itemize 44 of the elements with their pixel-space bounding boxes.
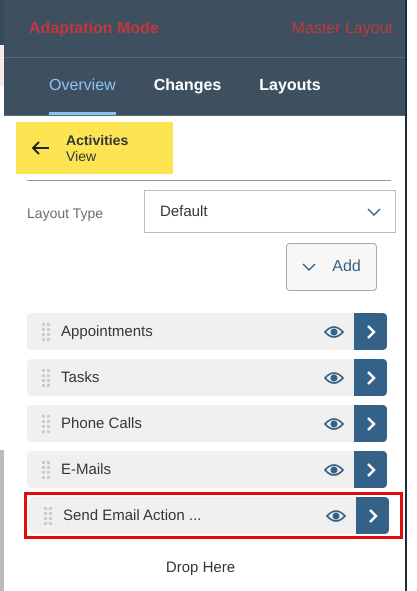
drag-handle-icon[interactable] — [41, 460, 51, 480]
list-item[interactable]: Tasks — [27, 359, 387, 396]
navigate-button[interactable] — [354, 313, 387, 350]
section-title: Activities — [66, 132, 128, 148]
drag-handle-icon[interactable] — [41, 368, 51, 388]
section-subtitle: View — [66, 148, 98, 164]
item-label: E-Mails — [60, 461, 112, 478]
drop-zone-label: Drop Here — [166, 559, 236, 576]
chevron-right-icon — [366, 462, 376, 478]
tab[interactable]: Overview — [49, 58, 116, 115]
list-item[interactable]: Phone Calls — [27, 405, 387, 442]
chevron-down-icon — [302, 263, 316, 271]
layout-name: Master Layout — [292, 20, 393, 38]
navigate-button[interactable] — [354, 359, 387, 396]
field-label: Layout Type — [26, 205, 104, 221]
eye-icon[interactable] — [324, 462, 344, 476]
chevron-right-icon — [366, 416, 376, 432]
list-item[interactable]: E-Mails — [27, 451, 387, 488]
navigate-button[interactable] — [356, 497, 389, 534]
item-label: Tasks — [60, 369, 100, 386]
add-button[interactable]: Add — [286, 243, 377, 291]
chevron-right-icon — [366, 370, 376, 386]
chevron-right-icon — [366, 324, 376, 340]
chevron-down-icon — [367, 208, 381, 216]
item-label: Send Email Action ... — [62, 507, 202, 524]
eye-icon[interactable] — [324, 370, 344, 384]
back-arrow-icon[interactable] — [32, 141, 50, 155]
mode-title: Adaptation Mode — [29, 20, 159, 38]
navigate-button[interactable] — [354, 451, 387, 488]
item-label: Phone Calls — [60, 415, 143, 432]
drag-handle-icon[interactable] — [41, 414, 51, 434]
drag-handle-icon[interactable] — [43, 506, 53, 526]
list-item[interactable]: Appointments — [27, 313, 387, 350]
navigate-button[interactable] — [354, 405, 387, 442]
layout-type-select[interactable]: Default — [144, 190, 396, 233]
drag-handle-icon[interactable] — [41, 322, 51, 342]
eye-icon[interactable] — [324, 416, 344, 430]
tab[interactable]: Changes — [154, 58, 222, 115]
item-label: Appointments — [60, 323, 154, 340]
eye-icon[interactable] — [324, 324, 344, 338]
list-item[interactable]: Send Email Action ... — [29, 497, 389, 534]
tab[interactable]: Layouts — [259, 58, 321, 115]
chevron-right-icon — [368, 508, 378, 524]
eye-icon[interactable] — [326, 508, 346, 522]
